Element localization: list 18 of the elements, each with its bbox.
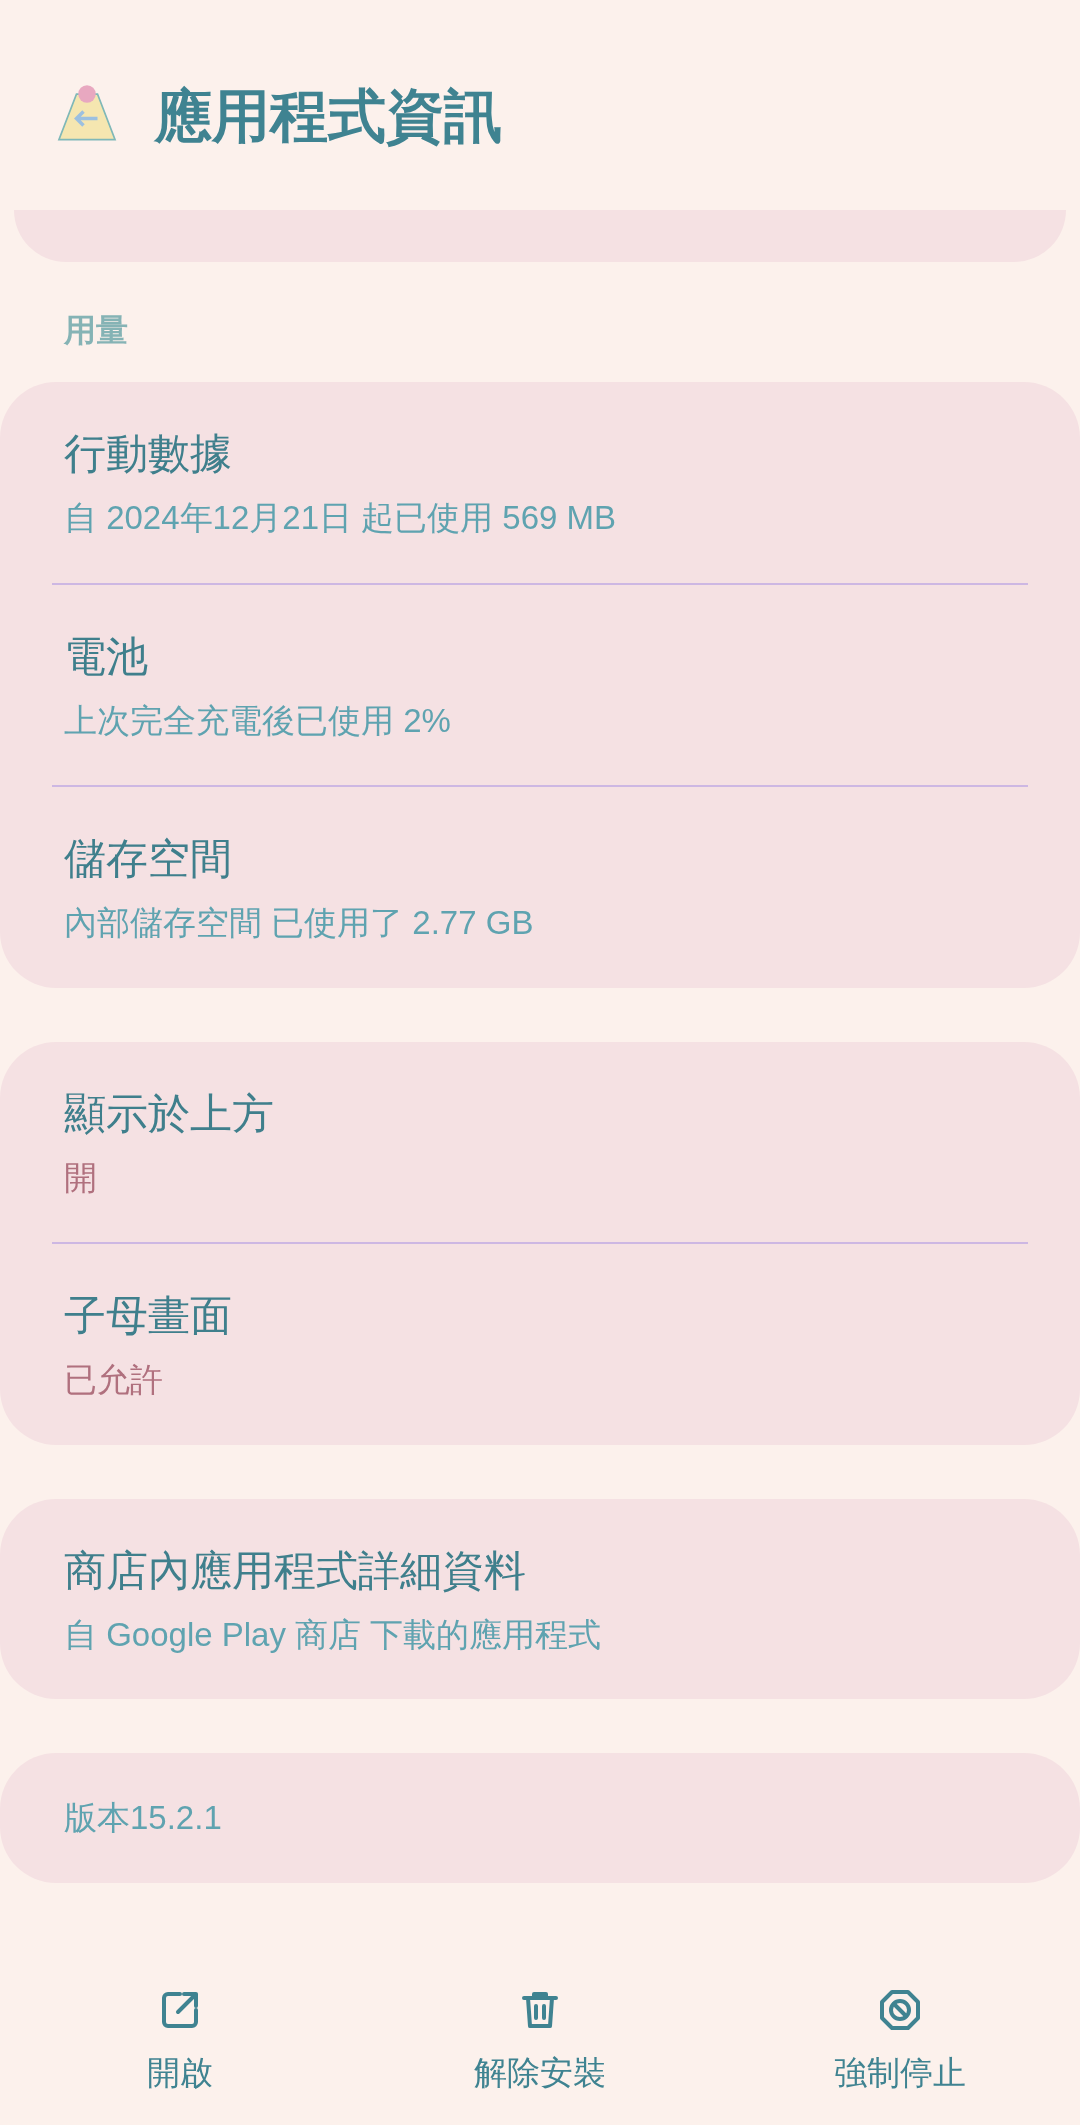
setting-title[interactable]: 電池	[52, 624, 1028, 688]
setting-summary: 內部儲存空間 已使用了 2.77 GB	[63, 903, 535, 943]
action-button[interactable]: 解除安裝	[360, 1975, 720, 2107]
setting-status: 已允許	[63, 1360, 164, 1400]
setting-status: 開	[63, 1157, 98, 1198]
setting-title[interactable]: 子母畫面	[52, 1284, 1028, 1347]
setting-title[interactable]: 行動數據	[52, 422, 1028, 485]
setting-title[interactable]: 商店內應用程式詳細資料	[52, 1538, 1028, 1602]
setting-summary: 自 2024年12月21日 起已使用 569 MB	[63, 498, 618, 538]
setting-summary: 上次完全充電後已使用 2%	[63, 700, 452, 741]
setting-summary: 自 Google Play 商店 下載的應用程式	[63, 1614, 603, 1655]
setting-title[interactable]: 顯示於上方	[52, 1081, 1028, 1145]
setting-summary: 版本15.2.1	[63, 1798, 223, 1838]
action-button[interactable]: 開啟	[0, 1975, 360, 2107]
page-title: 應用程式資訊	[154, 81, 502, 150]
setting-title[interactable]: 儲存空間	[52, 827, 1028, 890]
action-button[interactable]: 強制停止	[720, 1975, 1080, 2107]
section-heading: 用量	[63, 311, 129, 350]
